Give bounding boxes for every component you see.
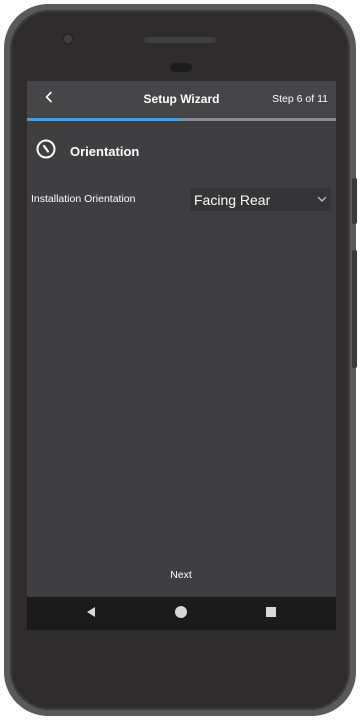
speaker-grille	[144, 37, 216, 43]
step-indicator: Step 6 of 11	[272, 93, 328, 105]
chevron-down-icon	[317, 196, 327, 203]
nav-recents-button[interactable]	[262, 605, 280, 623]
app-header: Setup Wizard Step 6 of 11	[27, 81, 336, 117]
section-title: Orientation	[70, 143, 140, 159]
app-screen: Setup Wizard Step 6 of 11 Orientation In…	[27, 81, 336, 630]
front-camera	[62, 33, 74, 45]
proximity-sensor	[170, 63, 192, 72]
next-button[interactable]: Next	[147, 565, 215, 585]
progress-bar	[27, 118, 336, 121]
nav-recents-icon	[265, 605, 277, 623]
progress-fill	[27, 118, 182, 121]
installation-orientation-label: Installation Orientation	[31, 193, 136, 205]
nav-back-button[interactable]	[82, 605, 100, 623]
phone-volume-button	[352, 250, 357, 368]
orientation-select-value: Facing Rear	[194, 191, 271, 208]
section-header: Orientation	[35, 139, 139, 163]
phone-power-button	[352, 178, 357, 224]
nav-home-button[interactable]	[172, 605, 190, 623]
nav-home-icon	[174, 605, 188, 624]
compass-icon	[35, 138, 57, 165]
orientation-select[interactable]: Facing Rear	[190, 188, 331, 211]
nav-back-icon	[85, 605, 97, 623]
android-nav-bar	[27, 597, 336, 630]
